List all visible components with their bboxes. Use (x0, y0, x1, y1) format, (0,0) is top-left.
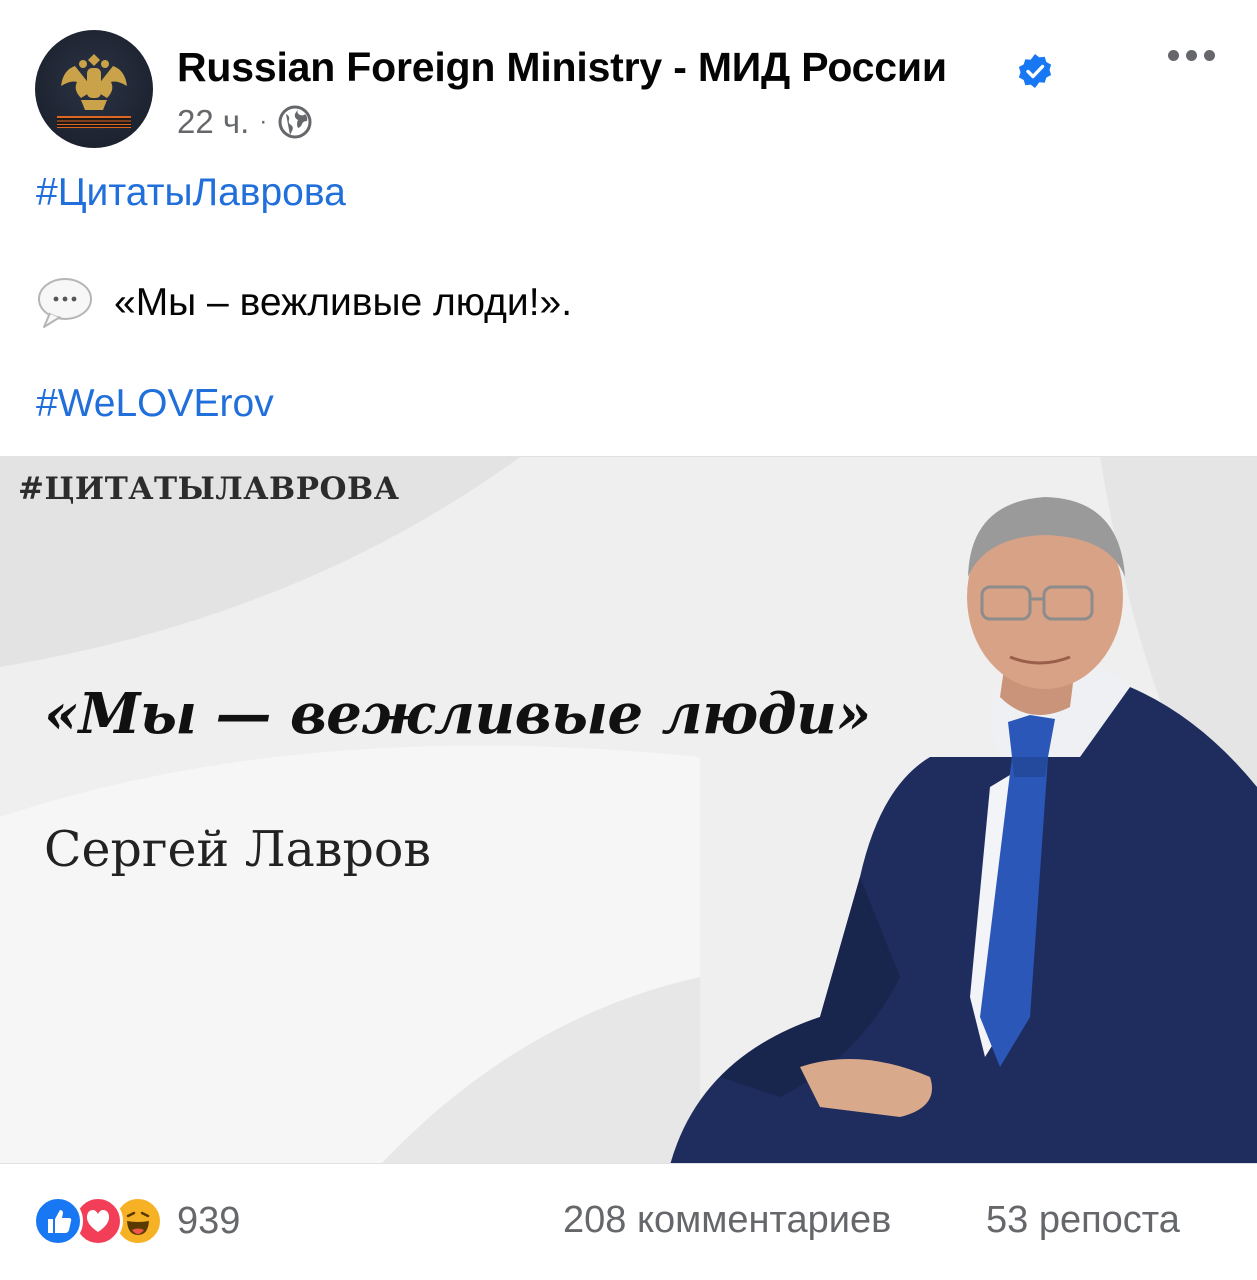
shares-count-link[interactable]: 53 репоста (986, 1199, 1180, 1242)
more-options-icon[interactable] (1168, 40, 1218, 70)
speech-bubble-icon (38, 278, 92, 328)
image-background (0, 457, 1257, 1163)
more-dot (1204, 49, 1215, 61)
more-dot (1168, 49, 1179, 61)
coat-of-arms-icon: МИД (57, 54, 131, 129)
comments-count-link[interactable]: 208 комментариев (563, 1199, 891, 1242)
page-name[interactable]: Russian Foreign Ministry - МИД России (177, 44, 947, 91)
post-time[interactable]: 22 ч. (177, 103, 249, 141)
meta-separator: · (259, 108, 268, 135)
post-image[interactable]: #ЦИТАТЫЛАВРОВА «Мы — вежливые люди» Серг… (0, 456, 1257, 1164)
hashtag-link-citaty-lavrova[interactable]: #ЦитатыЛаврова (36, 171, 346, 215)
reactions-summary[interactable]: 939 (33, 1195, 240, 1247)
globe-icon[interactable] (277, 104, 313, 140)
post-quote-text: «Мы – вежливые люди!». (114, 281, 573, 324)
like-icon (33, 1196, 83, 1246)
page-avatar[interactable]: МИД (35, 30, 153, 148)
post-quote-line: «Мы – вежливые люди!». (36, 275, 572, 331)
reactions-count: 939 (177, 1199, 241, 1242)
image-hashtag: #ЦИТАТЫЛАВРОВА (18, 471, 400, 507)
post-meta: 22 ч. · (177, 103, 313, 141)
image-author: Сергей Лавров (44, 821, 431, 878)
more-dot (1186, 49, 1197, 61)
image-quote: «Мы — вежливые люди» (44, 681, 871, 747)
facebook-post: МИД Russian Foreign Ministry - МИД Росси… (0, 0, 1257, 1280)
hashtag-link-weloverov[interactable]: #WeLOVErov (36, 382, 274, 426)
verified-badge-icon (1018, 54, 1052, 88)
